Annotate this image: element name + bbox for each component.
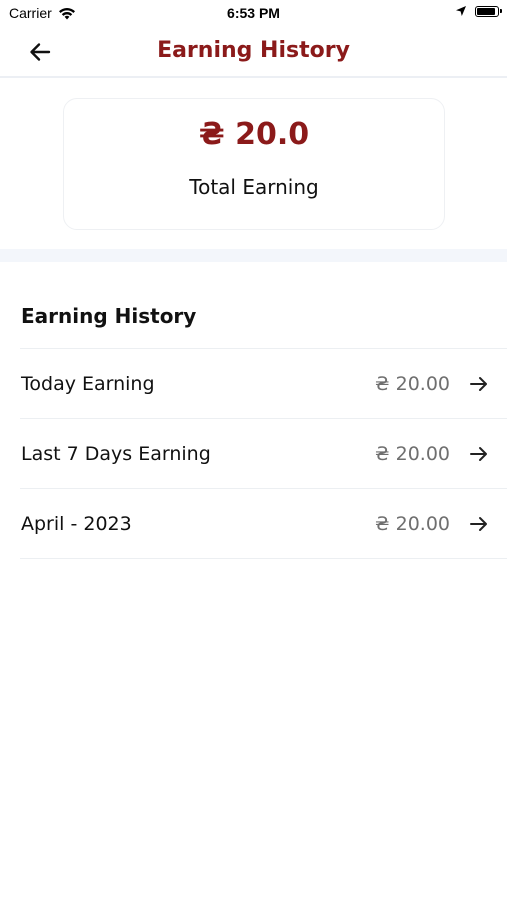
location-arrow-icon xyxy=(456,6,466,16)
list-item-amount: ₴ 20.00 xyxy=(374,372,450,395)
section-divider xyxy=(0,249,507,262)
total-earning-card: ₴ 20.0 Total Earning xyxy=(63,98,445,230)
arrow-right-icon xyxy=(469,514,489,534)
arrow-right-icon xyxy=(469,444,489,464)
list-item-label: April - 2023 xyxy=(21,512,132,535)
list-item-april-2023[interactable]: April - 2023 ₴ 20.00 xyxy=(20,488,507,559)
status-bar: Carrier 6:53 PM xyxy=(0,0,507,28)
section-title: Earning History xyxy=(21,304,197,328)
list-item-label: Today Earning xyxy=(21,372,155,395)
app-header: Earning History xyxy=(0,28,507,78)
battery-icon xyxy=(475,5,502,17)
list-item-last-7-days-earning[interactable]: Last 7 Days Earning ₴ 20.00 xyxy=(20,418,507,488)
list-item-today-earning[interactable]: Today Earning ₴ 20.00 xyxy=(20,348,507,418)
earning-list: Today Earning ₴ 20.00 Last 7 Days Earnin… xyxy=(20,348,507,559)
list-item-amount: ₴ 20.00 xyxy=(374,512,450,535)
list-item-amount: ₴ 20.00 xyxy=(374,442,450,465)
page-title: Earning History xyxy=(157,38,350,63)
arrow-right-icon xyxy=(469,374,489,394)
status-right-group xyxy=(455,5,502,17)
total-earning-label: Total Earning xyxy=(189,175,319,199)
total-earning-amount: ₴ 20.0 xyxy=(198,117,310,152)
clock: 6:53 PM xyxy=(227,5,280,21)
list-item-label: Last 7 Days Earning xyxy=(21,442,211,465)
